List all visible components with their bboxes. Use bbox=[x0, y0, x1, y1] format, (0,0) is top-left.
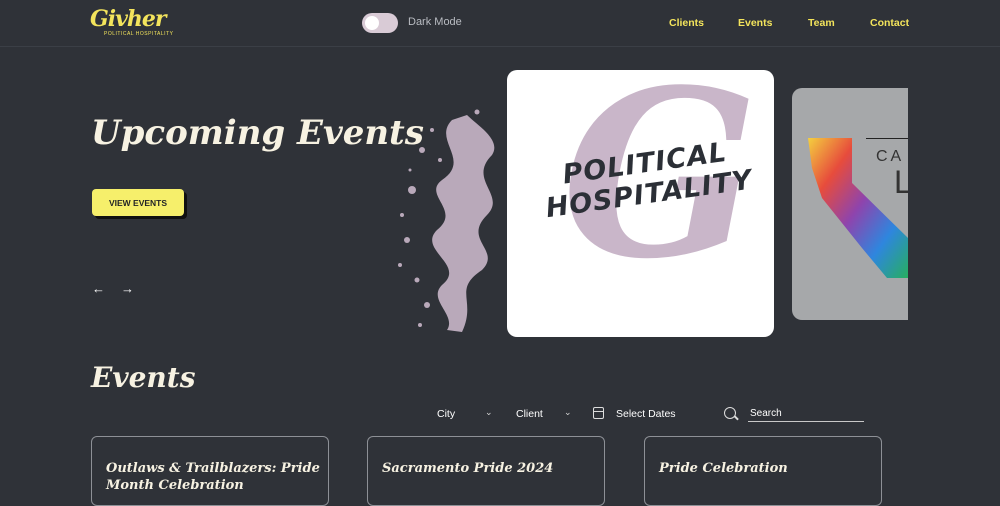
slide-next-text-2: L bbox=[894, 164, 908, 200]
calendar-icon[interactable] bbox=[593, 407, 604, 419]
nav-clients[interactable]: Clients bbox=[669, 17, 704, 29]
carousel-slide-next[interactable]: CA L bbox=[792, 88, 908, 320]
chevron-down-icon[interactable]: ⌄ bbox=[564, 407, 572, 418]
city-filter-dropdown[interactable]: City bbox=[437, 408, 455, 420]
toggle-knob bbox=[365, 16, 379, 30]
california-map-graphic bbox=[808, 138, 908, 278]
event-card[interactable]: Outlaws & Trailblazers: Pride Month Cele… bbox=[91, 436, 329, 506]
carousel-slide-political-hospitality[interactable]: G POLITICAL HOSPITALITY bbox=[507, 70, 774, 337]
event-card-title: Sacramento Pride 2024 bbox=[382, 461, 554, 476]
nav-contact[interactable]: Contact bbox=[870, 17, 909, 29]
brand-logo[interactable]: Givher POLITICAL HOSPITALITY bbox=[90, 6, 173, 40]
dark-mode-label: Dark Mode bbox=[408, 16, 462, 28]
event-card-title: Pride Celebration bbox=[659, 461, 788, 476]
client-filter-dropdown[interactable]: Client bbox=[516, 408, 543, 420]
nav-team[interactable]: Team bbox=[808, 17, 835, 29]
search-icon[interactable] bbox=[724, 407, 736, 419]
view-events-button[interactable]: VIEW EVENTS bbox=[92, 189, 184, 216]
events-section-title: Events bbox=[91, 361, 196, 394]
event-card[interactable]: Pride Celebration bbox=[644, 436, 882, 506]
site-header: Givher POLITICAL HOSPITALITY Dark Mode C… bbox=[0, 0, 1000, 47]
nav-events[interactable]: Events bbox=[738, 17, 772, 29]
hero-title: Upcoming Events bbox=[91, 113, 424, 153]
event-card[interactable]: Sacramento Pride 2024 bbox=[367, 436, 605, 506]
paint-splatter-decoration bbox=[398, 109, 495, 332]
date-range-picker[interactable]: Select Dates bbox=[616, 408, 676, 420]
search-input[interactable] bbox=[748, 406, 864, 422]
slide-divider bbox=[866, 138, 908, 139]
dark-mode-toggle[interactable] bbox=[362, 13, 398, 33]
logo-tagline: POLITICAL HOSPITALITY bbox=[104, 31, 174, 37]
logo-wordmark: Givher bbox=[90, 6, 167, 32]
carousel-next-arrow-icon[interactable]: → bbox=[121, 281, 134, 296]
chevron-down-icon[interactable]: ⌄ bbox=[485, 407, 493, 418]
carousel-prev-arrow-icon[interactable]: ← bbox=[92, 281, 105, 296]
